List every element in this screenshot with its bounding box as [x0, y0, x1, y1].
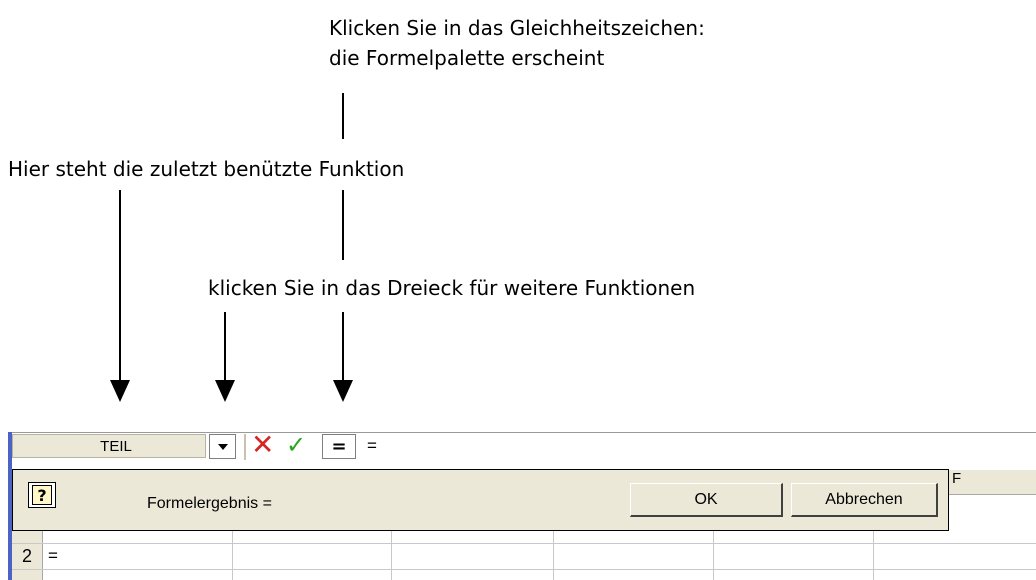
cell-a2[interactable]: = — [48, 546, 58, 566]
column-header-f[interactable]: F — [952, 470, 961, 487]
pointer-line-dropdown — [224, 312, 226, 380]
help-button[interactable]: ? — [28, 482, 56, 508]
formula-input[interactable]: = — [367, 436, 377, 456]
arrow-equals-icon — [333, 380, 353, 402]
toolbar-separator — [244, 434, 246, 460]
grid-line — [12, 543, 1036, 544]
arrow-name-box-icon — [110, 380, 130, 402]
cancel-button[interactable]: Abbrechen — [791, 483, 938, 517]
pointer-line-equals-top — [342, 93, 344, 139]
name-box[interactable]: TEIL — [12, 434, 206, 458]
pointer-line-name-box — [119, 190, 121, 380]
confirm-check-icon[interactable]: ✓ — [286, 431, 306, 459]
formula-result-label: Formelergebnis = — [147, 495, 272, 512]
row-header-3[interactable] — [12, 570, 43, 580]
grid-line — [12, 569, 1036, 570]
pointer-line-equals-mid — [342, 190, 344, 260]
annotation-equals-sign: Klicken Sie in das Gleichheitszeichen: d… — [329, 13, 705, 73]
annotation-dropdown-triangle: klicken Sie in das Dreieck für weitere F… — [208, 276, 696, 300]
formula-palette: ? Formelergebnis = OK Abbrechen — [12, 469, 949, 531]
annotation-equals-line1: Klicken Sie in das Gleichheitszeichen: — [329, 16, 705, 40]
equals-button[interactable]: = — [322, 434, 356, 459]
arrow-dropdown-icon — [215, 380, 235, 402]
name-box-value: TEIL — [100, 437, 132, 455]
annotation-last-function: Hier steht die zuletzt benützte Funktion — [8, 157, 405, 181]
row-header-2[interactable]: 2 — [12, 543, 43, 569]
cancel-x-icon[interactable]: ✕ — [251, 428, 274, 461]
pointer-line-equals-bottom — [342, 312, 344, 380]
chevron-down-icon — [217, 443, 228, 450]
annotation-equals-line2: die Formelpalette erscheint — [329, 46, 605, 70]
ok-button[interactable]: OK — [630, 483, 783, 517]
help-icon: ? — [32, 485, 52, 505]
function-dropdown-button[interactable] — [209, 434, 236, 459]
